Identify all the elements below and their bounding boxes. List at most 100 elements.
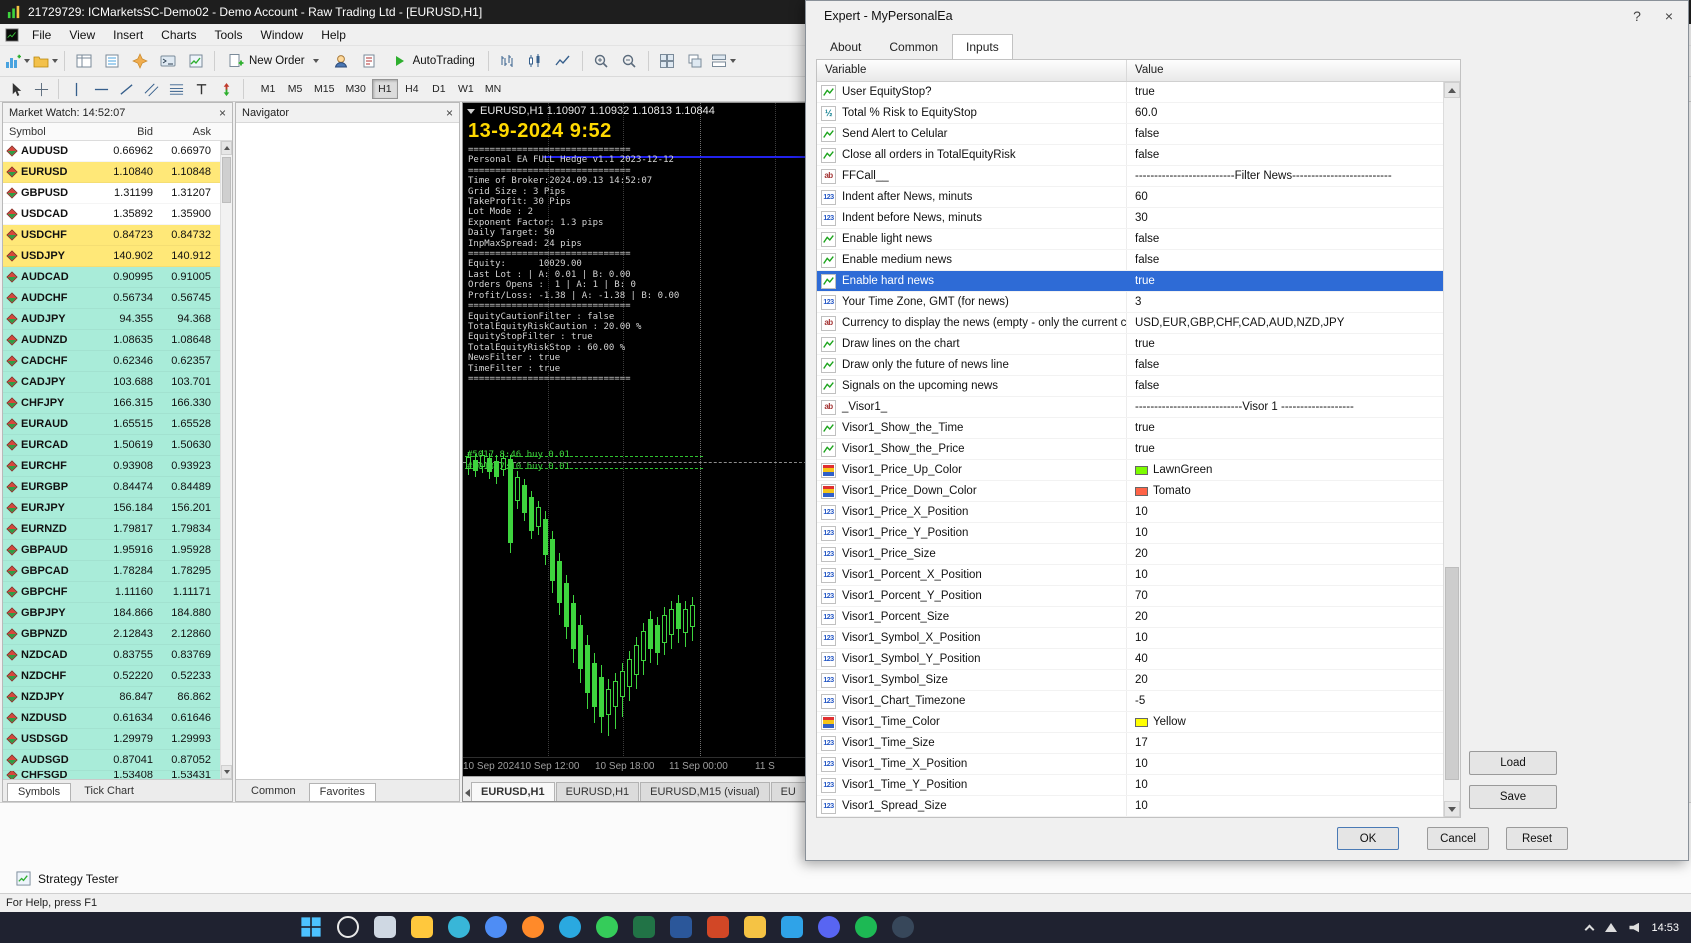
- market-watch-row-nzdusd[interactable]: NZDUSD0.616340.61646: [3, 708, 220, 729]
- chart-line-button[interactable]: [550, 49, 577, 73]
- market-watch-row-gbpcad[interactable]: GBPCAD1.782841.78295: [3, 561, 220, 582]
- variable-value[interactable]: 40: [1135, 653, 1148, 665]
- input-row-enable-medium-news[interactable]: Enable medium newsfalse: [817, 250, 1443, 271]
- input-row-visor1-price-up-color[interactable]: Visor1_Price_Up_ColorLawnGreen: [817, 460, 1443, 481]
- taskbar-app-1-icon[interactable]: [374, 916, 396, 938]
- tab-common[interactable]: Common: [240, 782, 307, 801]
- close-button[interactable]: ×: [1658, 8, 1680, 24]
- market-watch-row-nzdchf[interactable]: NZDCHF0.522200.52233: [3, 666, 220, 687]
- column-ask[interactable]: Ask: [153, 126, 211, 138]
- variable-value[interactable]: USD,EUR,GBP,CHF,CAD,AUD,NZD,JPY: [1135, 317, 1344, 329]
- variable-value[interactable]: 10: [1135, 800, 1148, 812]
- scrollbar-thumb[interactable]: [1445, 567, 1459, 780]
- timeframe-h4[interactable]: H4: [399, 79, 425, 99]
- input-row-visor1-symbol-size[interactable]: 123Visor1_Symbol_Size20: [817, 670, 1443, 691]
- chart-tab-3[interactable]: EU: [771, 782, 806, 801]
- volume-icon[interactable]: [1629, 923, 1639, 933]
- market-watch-row-eurgbp[interactable]: EURGBP0.844740.84489: [3, 477, 220, 498]
- input-row-indent-before-news-minuts[interactable]: 123Indent before News, minuts30: [817, 208, 1443, 229]
- menu-charts[interactable]: Charts: [152, 25, 205, 45]
- input-row-draw-lines-on-the-chart[interactable]: Draw lines on the charttrue: [817, 334, 1443, 355]
- taskbar-start-button[interactable]: [300, 916, 322, 938]
- chart-ohlc[interactable]: EURUSD,H1 1.10907 1.10932 1.10813 1.1084…: [467, 105, 715, 117]
- market-watch-row-usdjpy[interactable]: USDJPY140.902140.912: [3, 246, 220, 267]
- input-row-visor1-porcent-x-position[interactable]: 123Visor1_Porcent_X_Position10: [817, 565, 1443, 586]
- column-value[interactable]: Value: [1127, 60, 1460, 81]
- vline-button[interactable]: [64, 79, 88, 99]
- taskbar-app-3-icon[interactable]: [448, 916, 470, 938]
- taskbar-app-2-icon[interactable]: [411, 916, 433, 938]
- dropdown-arrow-icon[interactable]: [730, 59, 736, 63]
- market-watch-row-eurusd[interactable]: EURUSD1.108401.10848: [3, 162, 220, 183]
- strategy-tester-button[interactable]: [182, 49, 209, 73]
- market-watch-row-cadjpy[interactable]: CADJPY103.688103.701: [3, 372, 220, 393]
- chart-tabs-scroll-left[interactable]: [465, 785, 470, 801]
- input-row-visor1-time-x-position[interactable]: 123Visor1_Time_X_Position10: [817, 754, 1443, 775]
- dropdown-arrow-icon[interactable]: [52, 59, 58, 63]
- variable-value[interactable]: false: [1135, 149, 1159, 161]
- input-row-visor1-chart-timezone[interactable]: 123Visor1_Chart_Timezone-5: [817, 691, 1443, 712]
- input-row-total-risk-to-equitystop[interactable]: ½Total % Risk to EquityStop60.0: [817, 103, 1443, 124]
- input-row-visor1-porcent-size[interactable]: 123Visor1_Porcent_Size20: [817, 607, 1443, 628]
- navigator-header[interactable]: Navigator ×: [236, 103, 459, 123]
- variable-value[interactable]: Yellow: [1153, 716, 1186, 728]
- scripts-button[interactable]: [356, 49, 383, 73]
- variable-value[interactable]: 17: [1135, 737, 1148, 749]
- taskbar-app-4-icon[interactable]: [485, 916, 507, 938]
- chart-tab-1[interactable]: EURUSD,H1: [556, 782, 640, 801]
- dialog-title-bar[interactable]: Expert - MyPersonalEa: [806, 1, 1688, 31]
- market-watch-row-usdcad[interactable]: USDCAD1.358921.35900: [3, 204, 220, 225]
- market-watch-row-cadchf[interactable]: CADCHF0.623460.62357: [3, 351, 220, 372]
- market-watch-row-nzdcad[interactable]: NZDCAD0.837550.83769: [3, 645, 220, 666]
- market-watch-row-audjpy[interactable]: AUDJPY94.35594.368: [3, 309, 220, 330]
- timeframe-mn[interactable]: MN: [480, 79, 506, 99]
- variable-value[interactable]: false: [1135, 233, 1159, 245]
- input-row-ffcall[interactable]: abFFCall__--------------------------Filt…: [817, 166, 1443, 187]
- variable-value[interactable]: false: [1135, 380, 1159, 392]
- arrow-tool-button[interactable]: [214, 79, 238, 99]
- dialog-tab-common[interactable]: Common: [875, 34, 952, 59]
- close-icon[interactable]: ×: [219, 106, 226, 120]
- inputs-scrollbar[interactable]: [1443, 82, 1460, 817]
- market-watch-button[interactable]: [70, 49, 97, 73]
- market-watch-row-eurchf[interactable]: EURCHF0.939080.93923: [3, 456, 220, 477]
- variable-value[interactable]: true: [1135, 338, 1155, 350]
- input-row-visor1-time-y-position[interactable]: 123Visor1_Time_Y_Position10: [817, 775, 1443, 796]
- input-row-visor1-show-the-time[interactable]: Visor1_Show_the_Timetrue: [817, 418, 1443, 439]
- variable-value[interactable]: -5: [1135, 695, 1145, 707]
- taskbar-app-6-icon[interactable]: [559, 916, 581, 938]
- market-watch-row-chfjpy[interactable]: CHFJPY166.315166.330: [3, 393, 220, 414]
- market-watch-row-eurcad[interactable]: EURCAD1.506191.50630: [3, 435, 220, 456]
- input-row-visor1-symbol-x-position[interactable]: 123Visor1_Symbol_X_Position10: [817, 628, 1443, 649]
- variable-value[interactable]: false: [1135, 359, 1159, 371]
- load-button[interactable]: Load: [1469, 751, 1557, 775]
- column-symbol[interactable]: Symbol: [3, 126, 91, 138]
- variable-value[interactable]: ----------------------------Visor 1 ----…: [1135, 401, 1354, 413]
- input-row-visor1-show-the-price[interactable]: Visor1_Show_the_Pricetrue: [817, 439, 1443, 460]
- zoom-out-button[interactable]: [616, 49, 643, 73]
- input-row-visor1-time-size[interactable]: 123Visor1_Time_Size17: [817, 733, 1443, 754]
- input-row-enable-hard-news[interactable]: Enable hard newstrue: [817, 271, 1443, 292]
- variable-value[interactable]: 10: [1135, 506, 1148, 518]
- chart-tab-0[interactable]: EURUSD,H1: [471, 782, 555, 801]
- taskbar-app-5-icon[interactable]: [522, 916, 544, 938]
- menu-tools[interactable]: Tools: [206, 25, 252, 45]
- input-row-visor1-price-x-position[interactable]: 123Visor1_Price_X_Position10: [817, 502, 1443, 523]
- fibonacci-button[interactable]: [164, 79, 188, 99]
- hline-button[interactable]: [89, 79, 113, 99]
- menu-help[interactable]: Help: [312, 25, 355, 45]
- timeframe-w1[interactable]: W1: [453, 79, 479, 99]
- market-watch-row-audusd[interactable]: AUDUSD0.669620.66970: [3, 141, 220, 162]
- input-row-visor1-porcent-y-position[interactable]: 123Visor1_Porcent_Y_Position70: [817, 586, 1443, 607]
- variable-value[interactable]: 60.0: [1135, 107, 1157, 119]
- market-watch-row-euraud[interactable]: EURAUD1.655151.65528: [3, 414, 220, 435]
- cancel-button[interactable]: Cancel: [1427, 827, 1489, 850]
- tile-windows-button[interactable]: [654, 49, 681, 73]
- tray-expand-icon[interactable]: [1585, 925, 1595, 935]
- market-watch-row-eurjpy[interactable]: EURJPY156.184156.201: [3, 498, 220, 519]
- time-axis[interactable]: 10 Sep 202410 Sep 12:0010 Sep 18:0011 Se…: [463, 757, 807, 776]
- ok-button[interactable]: OK: [1337, 827, 1399, 850]
- input-row-close-all-orders-in-totalequityrisk[interactable]: Close all orders in TotalEquityRiskfalse: [817, 145, 1443, 166]
- network-icon[interactable]: [1605, 923, 1617, 932]
- help-button[interactable]: ?: [1626, 8, 1648, 24]
